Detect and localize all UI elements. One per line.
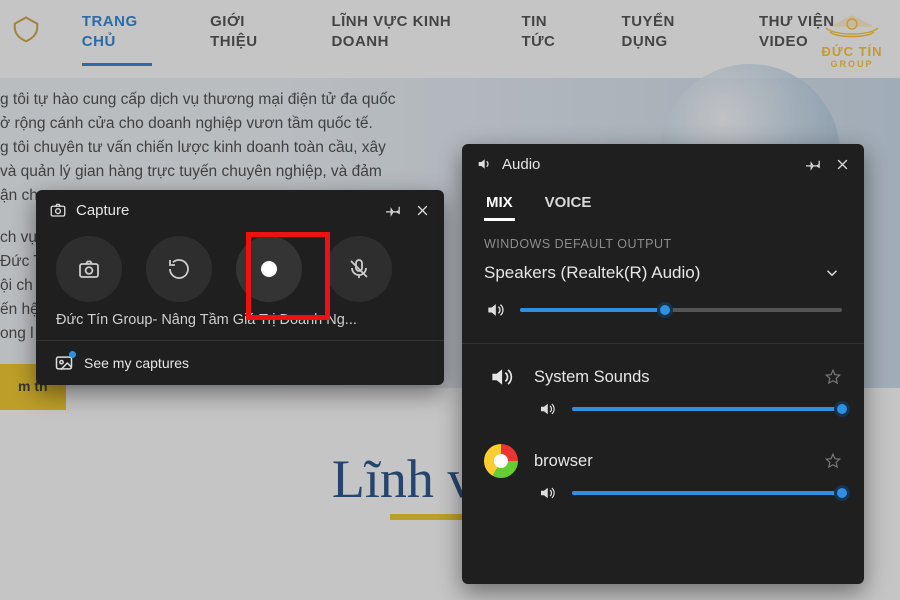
output-device-name: Speakers (Realtek(R) Audio) [484, 263, 700, 283]
record-dot-icon [261, 261, 277, 277]
tab-voice[interactable]: VOICE [543, 188, 594, 221]
browser-slider[interactable] [572, 491, 842, 495]
capture-buttons-row [36, 230, 444, 312]
divider [462, 343, 864, 344]
tab-mix[interactable]: MIX [484, 188, 515, 221]
audio-titlebar: Audio [462, 144, 864, 184]
see-my-captures-label: See my captures [84, 355, 189, 371]
gallery-icon [54, 353, 74, 373]
favorite-star-icon[interactable] [824, 452, 842, 470]
volume-icon[interactable] [536, 482, 558, 504]
nav-item-careers[interactable]: TUYỂN DỤNG [622, 12, 719, 51]
hero-text: g tôi tự hào cung cấp dịch vụ thương mại… [0, 88, 430, 112]
output-device-dropdown[interactable]: Speakers (Realtek(R) Audio) [462, 257, 864, 297]
master-volume-row [462, 297, 864, 339]
nav-item-business[interactable]: LĨNH VỰC KINH DOANH [331, 12, 481, 51]
app-row-browser: browser [462, 434, 864, 478]
audio-tabs: MIX VOICE [462, 184, 864, 221]
app-name: System Sounds [534, 368, 808, 387]
mic-mute-button[interactable] [326, 236, 392, 302]
hero-text: ở rộng cánh cửa cho doanh nghiệp vươn tầ… [0, 112, 430, 136]
record-last-button[interactable] [146, 236, 212, 302]
volume-icon[interactable] [536, 398, 558, 420]
record-button[interactable] [236, 236, 302, 302]
capture-panel: Capture Đức Tín Group- Nâng Tầm Giá Trị … [36, 190, 444, 385]
site-logo-icon [10, 12, 42, 48]
browser-app-icon [484, 444, 518, 478]
output-section-label: WINDOWS DEFAULT OUTPUT [462, 221, 864, 257]
system-sounds-slider[interactable] [572, 407, 842, 411]
pin-icon[interactable] [384, 200, 404, 220]
speaker-icon [474, 154, 494, 174]
volume-icon[interactable] [484, 299, 506, 321]
capture-titlebar: Capture [36, 190, 444, 230]
capture-title: Capture [76, 202, 129, 219]
hero-text: và quản lý gian hàng trực tuyến chuyên n… [0, 160, 430, 184]
browser-volume-row [462, 478, 864, 518]
nav-item-about[interactable]: GIỚI THIỆU [210, 12, 291, 51]
screenshot-button[interactable] [56, 236, 122, 302]
system-sounds-volume-row [462, 394, 864, 434]
chevron-down-icon [822, 263, 842, 283]
camera-icon [48, 200, 68, 220]
capture-window-title: Đức Tín Group- Nâng Tầm Giá Trị Doanh Ng… [36, 312, 444, 340]
nav-item-home[interactable]: TRANG CHỦ [82, 12, 170, 66]
favorite-star-icon[interactable] [824, 368, 842, 386]
nav-item-news[interactable]: TIN TỨC [521, 12, 581, 51]
watermark-logo: ĐỨC TÍN GROUP [820, 12, 884, 69]
watermark-subtext: GROUP [820, 59, 884, 69]
see-my-captures-button[interactable]: See my captures [36, 340, 444, 385]
audio-panel: Audio MIX VOICE WINDOWS DEFAULT OUTPUT S… [462, 144, 864, 584]
close-icon[interactable] [832, 154, 852, 174]
audio-title: Audio [502, 156, 540, 173]
system-sounds-icon [484, 360, 518, 394]
main-nav: TRANG CHỦ GIỚI THIỆU LĨNH VỰC KINH DOANH… [0, 0, 900, 66]
close-icon[interactable] [412, 200, 432, 220]
app-name: browser [534, 452, 808, 471]
master-volume-slider[interactable] [520, 308, 842, 312]
app-row-system-sounds: System Sounds [462, 350, 864, 394]
hero-text: g tôi chuyên tư vấn chiến lược kinh doan… [0, 136, 430, 160]
pin-icon[interactable] [804, 154, 824, 174]
watermark-text: ĐỨC TÍN [820, 44, 884, 59]
